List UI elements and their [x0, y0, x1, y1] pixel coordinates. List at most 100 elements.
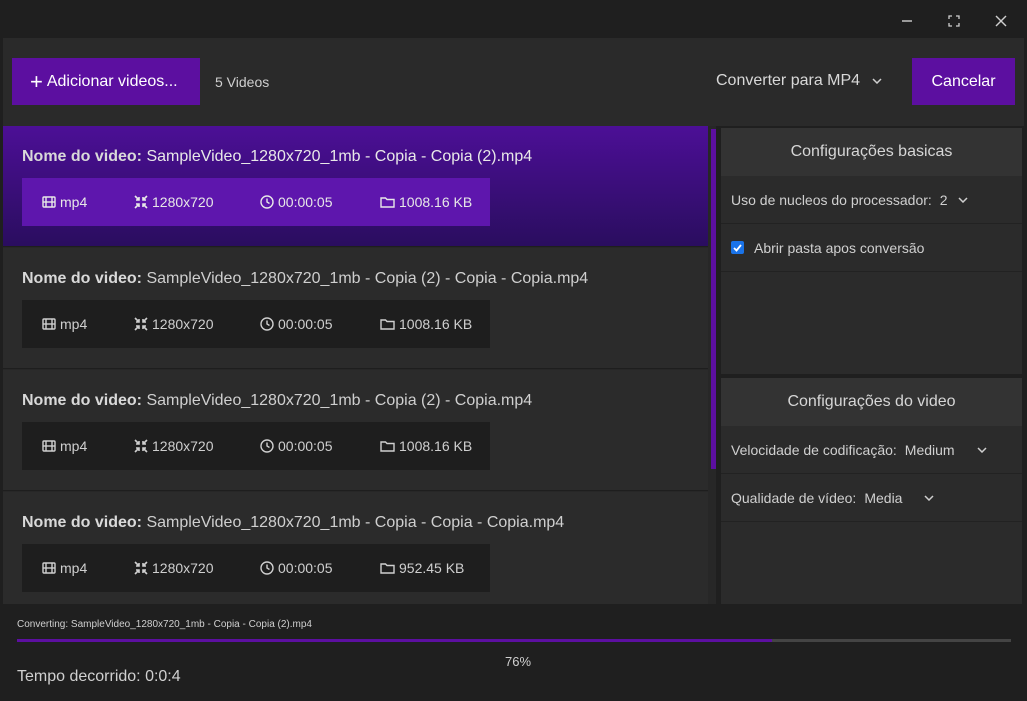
video-meta: mp4 1280x720 00:00:05 1008.16 KB: [22, 300, 490, 348]
size-cell: 952.45 KB: [380, 560, 464, 576]
status-bar: Converting: SampleVideo_1280x720_1mb - C…: [0, 604, 1027, 701]
open-folder-checkbox[interactable]: [731, 241, 744, 254]
open-folder-label: Abrir pasta apos conversão: [754, 239, 925, 256]
speed-select[interactable]: Medium: [905, 442, 987, 458]
video-duration: 00:00:05: [278, 560, 333, 576]
video-resolution: 1280x720: [152, 560, 214, 576]
film-icon: [42, 196, 56, 208]
cores-row: Uso de nucleos do processador: 2: [721, 176, 1022, 224]
quality-value: Media: [864, 489, 903, 506]
chevron-down-icon: [958, 196, 968, 203]
duration-cell: 00:00:05: [260, 438, 333, 454]
video-filename: SampleVideo_1280x720_1mb - Copia (2) - C…: [146, 270, 589, 287]
clock-icon: [260, 317, 274, 331]
video-name-label: Nome do video:: [22, 514, 143, 531]
video-size: 1008.16 KB: [399, 316, 473, 332]
add-videos-button[interactable]: + Adicionar videos...: [12, 58, 200, 105]
chevron-down-icon: [977, 446, 987, 453]
film-icon: [42, 318, 56, 330]
speed-label: Velocidade de codificação:: [731, 441, 897, 458]
add-videos-label: Adicionar videos...: [46, 72, 178, 90]
video-format: mp4: [60, 438, 88, 454]
converting-text: Converting: SampleVideo_1280x720_1mb - C…: [17, 619, 312, 630]
maximize-button[interactable]: [943, 10, 965, 32]
quality-select[interactable]: Media: [864, 490, 934, 506]
cores-value: 2: [939, 191, 948, 208]
video-size: 952.45 KB: [399, 560, 465, 576]
duration-cell: 00:00:05: [260, 194, 333, 210]
format-cell: mp4: [42, 438, 87, 454]
video-name-label: Nome do video:: [22, 392, 143, 409]
compress-icon: [134, 561, 148, 575]
clock-icon: [260, 195, 274, 209]
progress-percent: 76%: [505, 654, 532, 669]
film-icon: [42, 440, 56, 452]
clock-icon: [260, 561, 274, 575]
video-meta: mp4 1280x720 00:00:05 1008.16 KB: [22, 422, 490, 470]
video-format: mp4: [60, 560, 88, 576]
video-list[interactable]: Nome do video: SampleVideo_1280x720_1mb …: [3, 126, 716, 604]
elapsed-time: Tempo decorrido: 0:0:4: [17, 668, 181, 685]
list-item[interactable]: Nome do video: SampleVideo_1280x720_1mb …: [3, 248, 708, 369]
format-cell: mp4: [42, 194, 87, 210]
compress-icon: [134, 439, 148, 453]
speed-value: Medium: [904, 441, 955, 458]
format-cell: mp4: [42, 316, 87, 332]
folder-icon: [380, 563, 395, 574]
video-size: 1008.16 KB: [399, 194, 473, 210]
maximize-icon: [948, 15, 960, 27]
video-name: Nome do video: SampleVideo_1280x720_1mb …: [22, 514, 564, 532]
cancel-button[interactable]: Cancelar: [912, 58, 1015, 105]
chevron-down-icon: [872, 78, 882, 84]
video-filename: SampleVideo_1280x720_1mb - Copia - Copia…: [146, 514, 565, 531]
resolution-cell: 1280x720: [134, 194, 214, 210]
video-meta: mp4 1280x720 00:00:05 952.45 KB: [22, 544, 490, 592]
progress-bar: [17, 639, 1011, 642]
list-item[interactable]: Nome do video: SampleVideo_1280x720_1mb …: [3, 126, 708, 247]
video-meta: mp4 1280x720 00:00:05 1008.16 KB: [22, 178, 490, 226]
close-button[interactable]: [990, 10, 1012, 32]
video-format: mp4: [60, 316, 88, 332]
film-icon: [42, 562, 56, 574]
duration-cell: 00:00:05: [260, 316, 333, 332]
video-count: 5 Videos: [215, 74, 270, 90]
quality-label: Qualidade de vídeo:: [731, 489, 857, 506]
video-name: Nome do video: SampleVideo_1280x720_1mb …: [22, 270, 588, 288]
list-item[interactable]: Nome do video: SampleVideo_1280x720_1mb …: [3, 370, 708, 491]
video-resolution: 1280x720: [152, 194, 214, 210]
folder-icon: [380, 441, 395, 452]
format-cell: mp4: [42, 560, 87, 576]
resolution-cell: 1280x720: [134, 438, 214, 454]
video-settings-title: Configurações do video: [721, 378, 1022, 426]
video-duration: 00:00:05: [278, 194, 333, 210]
chevron-down-icon: [924, 494, 934, 501]
scrollbar-thumb[interactable]: [711, 129, 716, 469]
video-format: mp4: [60, 194, 88, 210]
size-cell: 1008.16 KB: [380, 194, 472, 210]
cores-label: Uso de nucleos do processador:: [731, 191, 932, 208]
resolution-cell: 1280x720: [134, 316, 214, 332]
plus-icon: +: [30, 68, 43, 94]
folder-icon: [380, 197, 395, 208]
size-cell: 1008.16 KB: [380, 316, 472, 332]
compress-icon: [134, 317, 148, 331]
folder-icon: [380, 319, 395, 330]
convert-format-select[interactable]: Converter para MP4: [716, 72, 882, 90]
basic-settings-panel: Configurações basicas Uso de nucleos do …: [721, 128, 1022, 374]
minimize-button[interactable]: [896, 10, 918, 32]
title-bar: [0, 0, 1027, 38]
video-filename: SampleVideo_1280x720_1mb - Copia (2) - C…: [146, 392, 533, 409]
convert-format-label: Converter para MP4: [716, 72, 861, 89]
video-resolution: 1280x720: [152, 316, 214, 332]
minimize-icon: [902, 20, 912, 22]
clock-icon: [260, 439, 274, 453]
quality-row: Qualidade de vídeo: Media: [721, 474, 1022, 522]
toolbar: + Adicionar videos... 5 Videos Converter…: [3, 38, 1024, 126]
video-size: 1008.16 KB: [399, 438, 473, 454]
duration-cell: 00:00:05: [260, 560, 333, 576]
resolution-cell: 1280x720: [134, 560, 214, 576]
video-resolution: 1280x720: [152, 438, 214, 454]
cores-select[interactable]: 2: [940, 192, 968, 208]
list-item[interactable]: Nome do video: SampleVideo_1280x720_1mb …: [3, 492, 708, 604]
basic-settings-title: Configurações basicas: [721, 128, 1022, 176]
